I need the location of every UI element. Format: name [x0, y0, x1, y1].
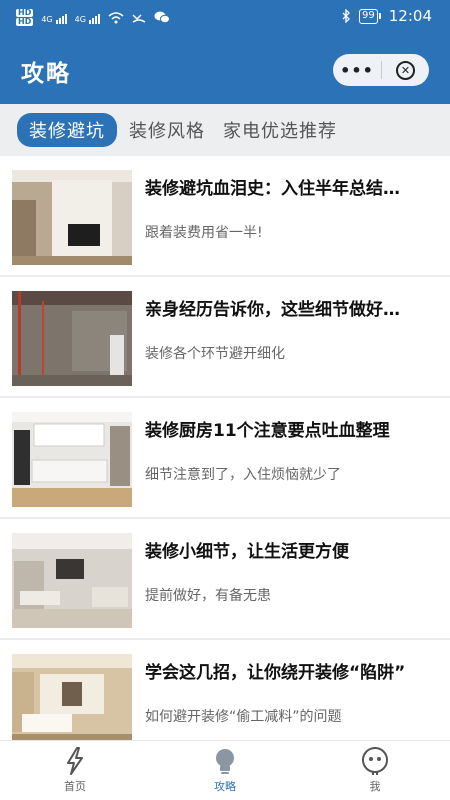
status-time: 12:04 — [388, 7, 432, 25]
tab-renovation-styles[interactable]: 装修风格 — [123, 113, 211, 147]
tab-appliance-recommendations[interactable]: 家电优选推荐 — [217, 113, 343, 147]
lightbulb-icon — [216, 749, 234, 774]
article-title: 学会这几招，让你绕开装修“陷阱” — [145, 663, 406, 683]
nav-home[interactable]: 首页 — [0, 741, 150, 800]
article-subtitle: 提前做好，有备无患 — [145, 588, 271, 604]
lightning-icon — [67, 747, 83, 775]
face-icon — [362, 747, 388, 775]
article-thumbnail — [12, 654, 132, 749]
article-subtitle: 如何避开装修“偷工减料”的问题 — [145, 709, 342, 725]
bluetooth-icon — [342, 9, 350, 23]
nav-home-label: 首页 — [64, 780, 86, 793]
tab-renovation-pitfalls[interactable]: 装修避坑 — [17, 113, 117, 147]
article-title: 装修厨房11个注意要点吐血整理 — [145, 421, 390, 441]
article-thumbnail — [12, 170, 132, 265]
missed-call-icon — [132, 13, 146, 23]
list-item[interactable]: 装修小细节，让生活更方便 提前做好，有备无患 — [0, 519, 450, 640]
article-thumbnail — [12, 533, 132, 628]
article-subtitle: 跟着装费用省一半! — [145, 225, 263, 241]
article-thumbnail — [12, 412, 132, 507]
page-title: 攻略 — [21, 61, 71, 87]
article-title: 装修避坑血泪史：入住半年总结… — [145, 179, 400, 199]
header-bar: HD HD 4G 4G 99 12:04 攻略 ••• ✕ — [0, 0, 450, 104]
close-icon: ✕ — [396, 60, 415, 80]
battery-icon: 99 — [359, 8, 381, 24]
article-thumbnail — [12, 291, 132, 386]
bottom-nav: 首页 攻略 我 — [0, 740, 450, 800]
article-title: 装修小细节，让生活更方便 — [145, 542, 349, 562]
nav-guides-label: 攻略 — [214, 780, 236, 793]
nav-guides[interactable]: 攻略 — [150, 741, 300, 800]
article-title: 亲身经历告诉你，这些细节做好… — [145, 300, 400, 320]
wifi-icon — [108, 11, 124, 23]
nav-me[interactable]: 我 — [300, 741, 450, 800]
hd-badge: HD HD — [16, 8, 34, 26]
more-button[interactable]: ••• — [333, 61, 381, 80]
list-item[interactable]: 亲身经历告诉你，这些细节做好… 装修各个环节避开细化 — [0, 277, 450, 398]
signal-icon: 4G — [41, 12, 67, 24]
close-button[interactable]: ✕ — [382, 60, 429, 80]
mini-program-capsule: ••• ✕ — [333, 54, 429, 86]
status-bar: HD HD 4G 4G 99 12:04 — [0, 0, 450, 34]
article-subtitle: 装修各个环节避开细化 — [145, 346, 285, 362]
article-list: 装修避坑血泪史：入住半年总结… 跟着装费用省一半! 亲身经历告诉你，这些细节做好… — [0, 156, 450, 761]
category-tabs: 装修避坑 装修风格 家电优选推荐 — [0, 104, 450, 156]
wechat-icon — [154, 11, 170, 24]
signal-icon-2: 4G — [75, 12, 100, 24]
nav-me-label: 我 — [369, 780, 381, 793]
list-item[interactable]: 装修避坑血泪史：入住半年总结… 跟着装费用省一半! — [0, 156, 450, 277]
list-item[interactable]: 装修厨房11个注意要点吐血整理 细节注意到了，入住烦恼就少了 — [0, 398, 450, 519]
article-subtitle: 细节注意到了，入住烦恼就少了 — [145, 467, 341, 483]
